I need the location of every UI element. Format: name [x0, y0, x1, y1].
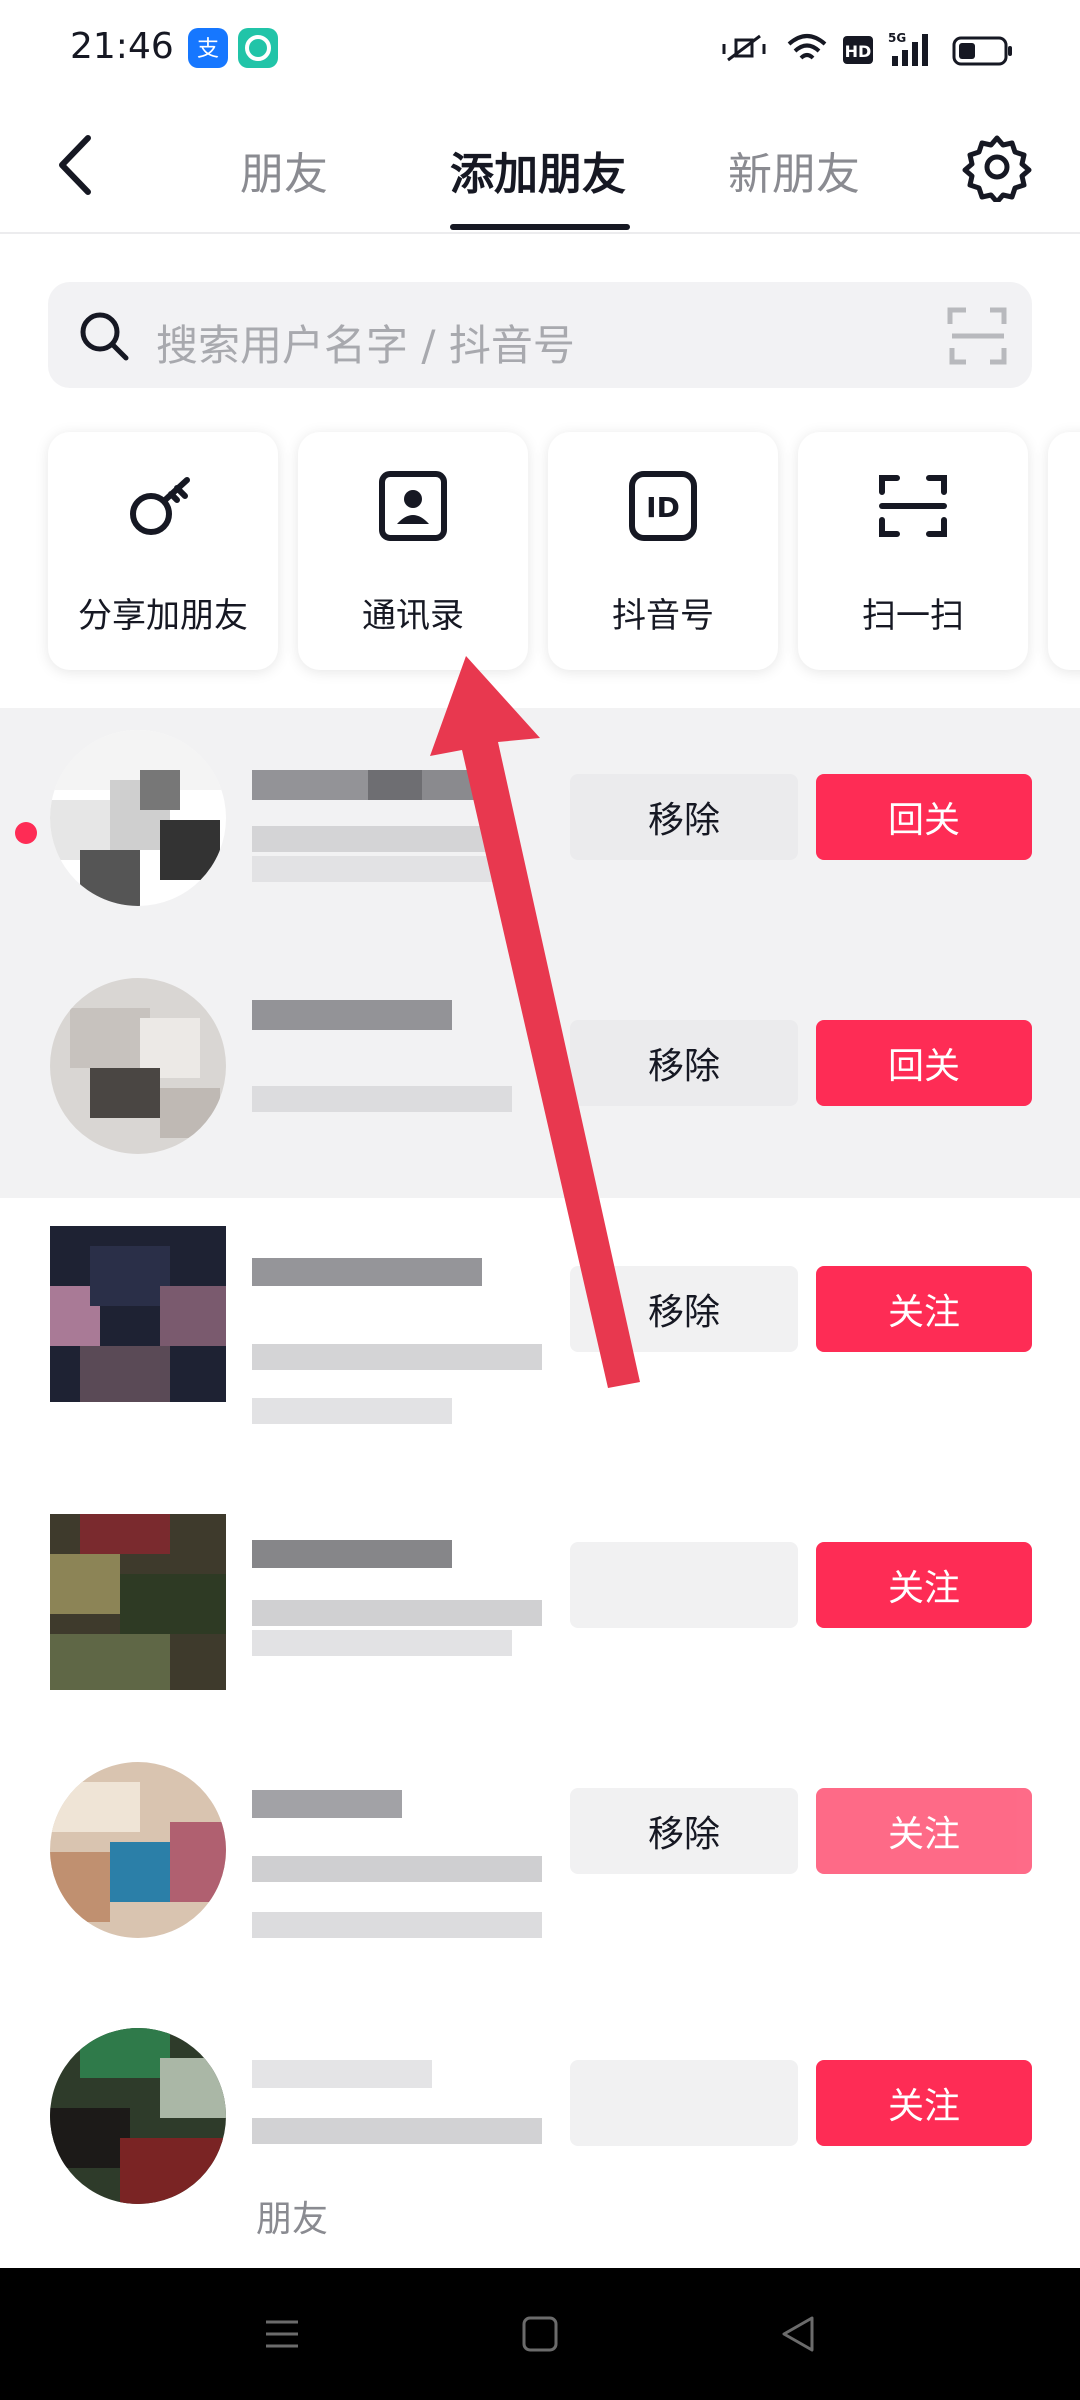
avatar[interactable] — [50, 1762, 226, 1938]
card-label: 抖音号 — [612, 596, 714, 636]
remove-button[interactable]: 移除 — [570, 1788, 798, 1874]
silent-icon — [722, 34, 766, 62]
douyin-id-card[interactable]: ID 抖音号 — [548, 432, 778, 670]
remove-button[interactable]: 移除 — [570, 1266, 798, 1352]
username-redacted — [252, 1790, 402, 1818]
user-desc-redacted — [252, 1856, 542, 1882]
alipay-icon: 支 — [188, 28, 228, 68]
remove-button[interactable]: 移除 — [570, 774, 798, 860]
status-time: 21:46 — [70, 26, 174, 67]
battery-icon — [952, 36, 1012, 66]
avatar[interactable] — [50, 978, 226, 1154]
more-action-card[interactable] — [1048, 432, 1080, 670]
username-redacted — [252, 1540, 452, 1568]
user-desc-redacted — [252, 1086, 512, 1112]
back-arrow-icon[interactable] — [50, 130, 110, 200]
username-redacted — [368, 770, 478, 800]
svg-text:HD: HD — [845, 42, 872, 61]
search-icon — [80, 312, 129, 361]
home-icon[interactable] — [520, 2314, 560, 2354]
user-desc-redacted — [252, 1600, 542, 1626]
app-icon — [238, 28, 278, 68]
avatar[interactable] — [50, 2028, 226, 2204]
follow-back-button[interactable]: 回关 — [816, 774, 1032, 860]
contacts-card[interactable]: 通讯录 — [298, 432, 528, 670]
user-desc-redacted — [252, 1398, 452, 1424]
follow-button[interactable]: 关注 — [816, 1266, 1032, 1352]
active-tab-indicator — [450, 224, 630, 230]
user-desc-redacted — [252, 856, 512, 882]
card-label: 通讯录 — [362, 596, 464, 636]
user-desc-redacted — [252, 1344, 542, 1370]
user-desc-redacted — [252, 2118, 542, 2144]
user-desc-redacted — [252, 1912, 542, 1938]
scan-card[interactable]: 扫一扫 — [798, 432, 1028, 670]
scan-icon[interactable] — [946, 304, 1010, 368]
avatar[interactable] — [50, 1514, 226, 1690]
avatar[interactable] — [50, 1226, 226, 1402]
username-redacted — [252, 1000, 452, 1030]
remove-button[interactable]: 移除 — [570, 1020, 798, 1106]
wifi-icon — [787, 34, 827, 60]
tab-friends[interactable]: 朋友 — [240, 138, 328, 202]
system-nav-bar — [0, 2268, 1080, 2400]
menu-icon[interactable] — [262, 2314, 302, 2354]
header-divider — [0, 232, 1080, 234]
user-desc-redacted — [252, 1630, 512, 1656]
contacts-icon — [379, 471, 447, 541]
friend-source-label: 朋友 — [256, 2199, 329, 2240]
username-redacted — [252, 1258, 482, 1286]
gear-icon[interactable] — [962, 132, 1032, 202]
username-redacted — [252, 2060, 432, 2088]
card-label: 扫一扫 — [862, 596, 964, 636]
avatar[interactable] — [50, 730, 226, 906]
hd-icon: HD — [843, 36, 873, 64]
follow-button[interactable]: 关注 — [816, 2060, 1032, 2146]
svg-text:ID: ID — [646, 491, 680, 524]
user-desc-redacted — [252, 826, 492, 852]
unread-dot — [15, 822, 37, 844]
id-icon: ID — [629, 471, 697, 541]
key-share-icon — [130, 477, 190, 535]
tab-add-friends[interactable]: 添加朋友 — [450, 138, 626, 202]
nav-back-icon[interactable] — [778, 2314, 818, 2354]
svg-text:支: 支 — [197, 37, 219, 62]
search-input[interactable]: 搜索用户名字 / 抖音号 — [156, 312, 575, 373]
follow-button[interactable]: 关注 — [816, 1542, 1032, 1628]
svg-text:5G: 5G — [888, 31, 906, 45]
status-bar: 21:46 支 HD 5G — [0, 0, 1080, 100]
remove-button[interactable] — [570, 1542, 798, 1628]
follow-back-button[interactable]: 回关 — [816, 1020, 1032, 1106]
scan-icon — [879, 475, 947, 537]
card-label: 分享加朋友 — [78, 596, 248, 636]
signal-5g-icon: 5G — [888, 31, 928, 66]
tab-new-friends[interactable]: 新朋友 — [728, 138, 860, 202]
follow-button[interactable]: 关注 — [816, 1788, 1032, 1874]
share-add-friend-card[interactable]: 分享加朋友 — [48, 432, 278, 670]
remove-button[interactable] — [570, 2060, 798, 2146]
